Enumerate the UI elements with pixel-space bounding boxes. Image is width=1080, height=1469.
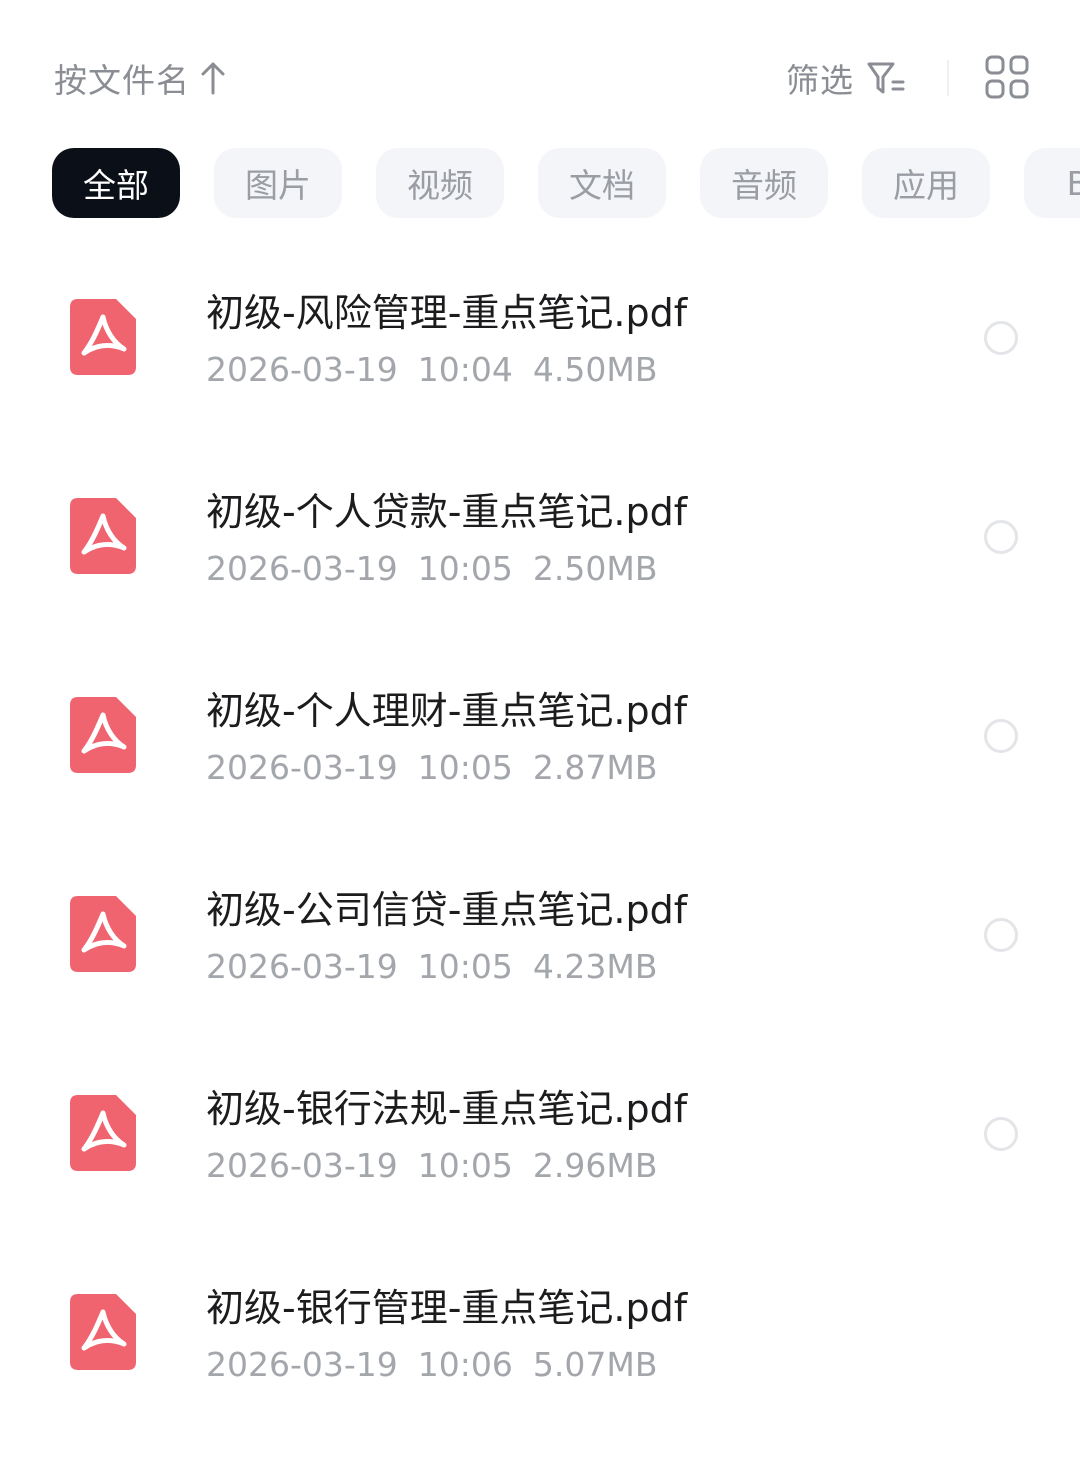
file-name: 初级-银行管理-重点笔记.pdf — [206, 1286, 688, 1330]
file-meta: 2026-03-19 10:06 5.07MB — [206, 1345, 677, 1384]
file-meta: 2026-03-19 10:05 2.50MB — [206, 549, 677, 588]
select-radio[interactable] — [984, 520, 1018, 554]
file-row[interactable]: 初级-风险管理-重点笔记.pdf 2026-03-19 10:04 4.50MB — [0, 240, 1080, 439]
file-row[interactable]: 初级-个人贷款-重点笔记.pdf 2026-03-19 10:05 2.50MB — [0, 439, 1080, 638]
file-row[interactable]: 初级-银行法规-重点笔记.pdf 2026-03-19 10:05 2.96MB — [0, 1036, 1080, 1235]
tab-label: 音频 — [731, 166, 797, 205]
file-time: 10:05 — [417, 1146, 513, 1185]
file-time: 10:05 — [417, 549, 513, 588]
pdf-icon — [70, 498, 136, 574]
select-radio[interactable] — [984, 321, 1018, 355]
filter-icon — [867, 62, 905, 94]
file-date: 2026-03-19 — [206, 549, 398, 588]
tab-label: 视频 — [407, 166, 473, 205]
tab-label: 全部 — [83, 166, 149, 205]
pdf-icon — [70, 896, 136, 972]
file-time: 10:06 — [417, 1345, 513, 1384]
file-date: 2026-03-19 — [206, 350, 398, 389]
file-time: 10:05 — [417, 947, 513, 986]
select-radio[interactable] — [984, 1117, 1018, 1151]
file-name: 初级-个人理财-重点笔记.pdf — [206, 689, 688, 733]
tab-label: 图片 — [245, 166, 311, 205]
file-row[interactable]: 初级-公司信贷-重点笔记.pdf 2026-03-19 10:05 4.23MB — [0, 837, 1080, 1036]
file-name: 初级-个人贷款-重点笔记.pdf — [206, 490, 688, 534]
file-size: 5.07MB — [532, 1345, 658, 1384]
file-name: 初级-银行法规-重点笔记.pdf — [206, 1087, 688, 1131]
select-radio[interactable] — [984, 719, 1018, 753]
file-time: 10:05 — [417, 748, 513, 787]
tab-label: BT — [1066, 163, 1080, 203]
sort-by-filename-button[interactable]: 按文件名 — [54, 52, 226, 104]
sort-label: 按文件名 — [54, 61, 190, 100]
select-radio[interactable] — [984, 918, 1018, 952]
pdf-icon — [70, 697, 136, 773]
filter-label: 筛选 — [786, 61, 854, 100]
file-name: 初级-风险管理-重点笔记.pdf — [206, 291, 688, 335]
file-row[interactable]: 初级-个人理财-重点笔记.pdf 2026-03-19 10:05 2.87MB — [0, 638, 1080, 837]
file-meta: 2026-03-19 10:04 4.50MB — [206, 350, 677, 389]
grid-view-icon[interactable] — [984, 54, 1030, 100]
pdf-icon — [70, 299, 136, 375]
file-date: 2026-03-19 — [206, 947, 398, 986]
file-size: 4.23MB — [532, 947, 658, 986]
file-meta: 2026-03-19 10:05 4.23MB — [206, 947, 677, 986]
tab-audio[interactable]: 音频 — [700, 148, 828, 218]
pdf-icon — [70, 1095, 136, 1171]
file-size: 4.50MB — [532, 350, 658, 389]
tab-apps[interactable]: 应用 — [862, 148, 990, 218]
file-size: 2.50MB — [532, 549, 658, 588]
tab-bt[interactable]: BT — [1024, 148, 1080, 218]
file-size: 2.96MB — [532, 1146, 658, 1185]
tab-documents[interactable]: 文档 — [538, 148, 666, 218]
tab-all[interactable]: 全部 — [52, 148, 180, 218]
file-date: 2026-03-19 — [206, 1345, 398, 1384]
file-meta: 2026-03-19 10:05 2.87MB — [206, 748, 677, 787]
toolbar-divider — [947, 60, 949, 96]
category-tabs: 全部 图片 视频 文档 音频 应用 BT — [52, 148, 1080, 218]
file-date: 2026-03-19 — [206, 1146, 398, 1185]
toolbar: 按文件名 筛选 — [0, 0, 1080, 150]
tab-videos[interactable]: 视频 — [376, 148, 504, 218]
pdf-icon — [70, 1294, 136, 1370]
file-time: 10:04 — [417, 350, 513, 389]
arrow-up-icon — [201, 62, 225, 95]
file-row[interactable]: 初级-银行管理-重点笔记.pdf 2026-03-19 10:06 5.07MB — [0, 1235, 1080, 1434]
file-name: 初级-公司信贷-重点笔记.pdf — [206, 888, 688, 932]
file-size: 2.87MB — [532, 748, 658, 787]
file-meta: 2026-03-19 10:05 2.96MB — [206, 1146, 677, 1185]
file-date: 2026-03-19 — [206, 748, 398, 787]
tab-label: 应用 — [893, 166, 959, 205]
filter-button[interactable]: 筛选 — [786, 52, 906, 104]
tab-images[interactable]: 图片 — [214, 148, 342, 218]
tab-label: 文档 — [569, 166, 635, 205]
